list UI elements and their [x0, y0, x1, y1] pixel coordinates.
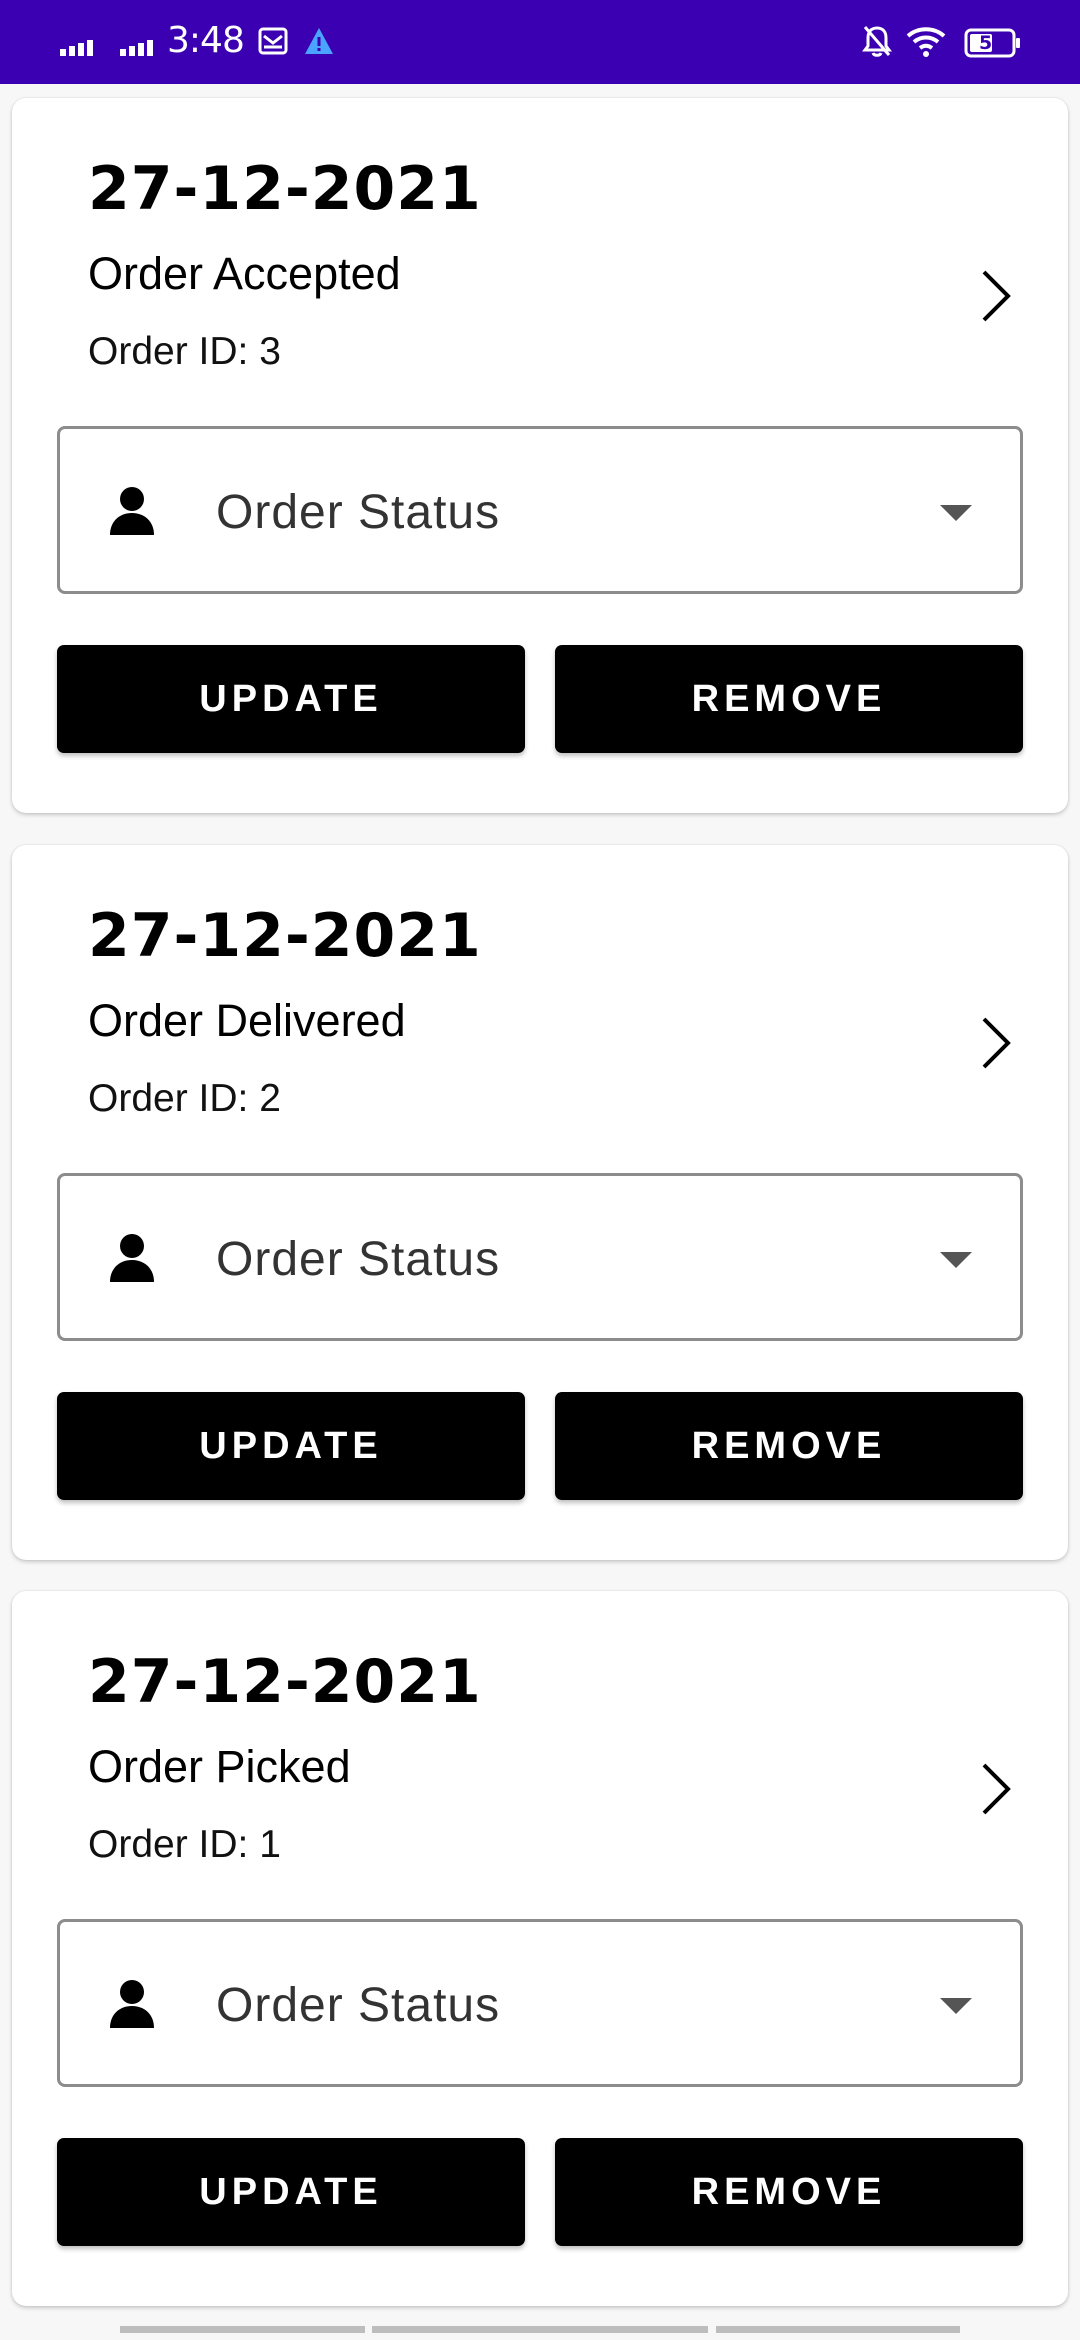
next-card-edge	[120, 2326, 365, 2333]
order-status: Order Accepted	[88, 248, 401, 299]
signal-icon	[60, 40, 93, 56]
chevron-right-icon[interactable]	[976, 266, 1016, 326]
dropdown-label: Order Status	[216, 486, 501, 539]
update-button[interactable]: UPDATE	[57, 645, 525, 753]
order-status-dropdown[interactable]: Order Status	[57, 1919, 1023, 2087]
person-icon	[110, 1980, 154, 2028]
order-date: 27-12-2021	[88, 1647, 482, 1717]
signal-icon	[120, 40, 153, 56]
order-id: Order ID: 3	[88, 330, 281, 373]
person-icon	[110, 487, 154, 535]
update-button[interactable]: UPDATE	[57, 2138, 525, 2246]
order-date: 27-12-2021	[88, 901, 482, 971]
update-button[interactable]: UPDATE	[57, 1392, 525, 1500]
notifications-off-icon	[862, 26, 892, 57]
caret-down-icon	[940, 1998, 972, 2014]
order-date: 27-12-2021	[88, 154, 482, 224]
order-card: 27-12-2021 Order Picked Order ID: 1 Orde…	[12, 1591, 1068, 2306]
dropdown-label: Order Status	[216, 1233, 501, 1286]
wifi-icon	[906, 27, 946, 57]
mail-icon	[258, 27, 288, 55]
dropdown-label: Order Status	[216, 1979, 501, 2032]
chevron-right-icon[interactable]	[976, 1013, 1016, 1073]
caret-down-icon	[940, 1252, 972, 1268]
next-card-edge	[716, 2326, 960, 2333]
order-id: Order ID: 2	[88, 1077, 281, 1120]
order-status: Order Delivered	[88, 995, 406, 1046]
battery-level: 50	[979, 32, 1006, 54]
next-card-edge	[372, 2326, 708, 2333]
status-bar: 3:48 50	[0, 0, 1080, 84]
status-time: 3:48	[167, 20, 245, 61]
person-icon	[110, 1234, 154, 1282]
chevron-right-icon[interactable]	[976, 1759, 1016, 1819]
caret-down-icon	[940, 505, 972, 521]
order-id: Order ID: 1	[88, 1823, 281, 1866]
order-status: Order Picked	[88, 1741, 351, 1792]
order-card: 27-12-2021 Order Delivered Order ID: 2 O…	[12, 845, 1068, 1560]
warning-icon	[305, 28, 333, 54]
remove-button[interactable]: REMOVE	[555, 2138, 1023, 2246]
order-status-dropdown[interactable]: Order Status	[57, 426, 1023, 594]
remove-button[interactable]: REMOVE	[555, 1392, 1023, 1500]
remove-button[interactable]: REMOVE	[555, 645, 1023, 753]
order-card: 27-12-2021 Order Accepted Order ID: 3 Or…	[12, 98, 1068, 813]
order-status-dropdown[interactable]: Order Status	[57, 1173, 1023, 1341]
